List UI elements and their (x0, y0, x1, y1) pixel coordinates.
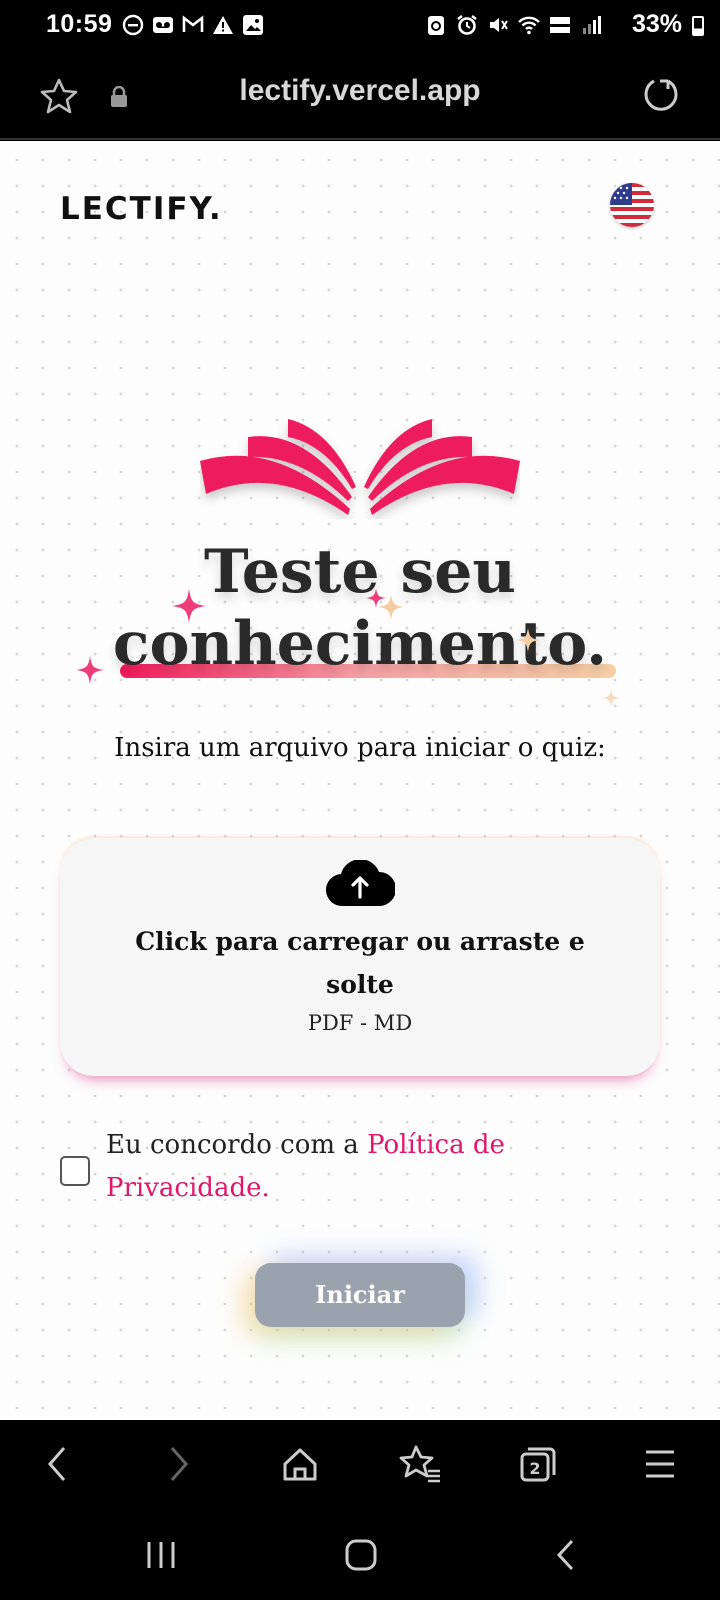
notification-icons (122, 14, 264, 36)
menu-icon[interactable] (644, 1444, 676, 1484)
us-flag-icon[interactable] (610, 183, 654, 227)
sparkle-icon (378, 594, 404, 620)
svg-text:2: 2 (529, 1459, 540, 1478)
home-button-icon[interactable] (344, 1538, 378, 1572)
gmail-icon (182, 15, 204, 32)
sparkle-icon (172, 589, 206, 623)
app-lock-icon (428, 16, 444, 35)
sparkle-icon (516, 628, 540, 652)
tabs-icon[interactable]: 2 (518, 1444, 558, 1484)
accepted-formats: PDF - MD (307, 1011, 413, 1035)
volte-icon (550, 17, 570, 33)
alert-icon (213, 16, 233, 34)
sparkle-icon (602, 689, 620, 707)
browser-bottom-bar: 2 (0, 1420, 720, 1510)
logo[interactable]: LECTIFY. (60, 191, 223, 227)
page-viewport: LECTIFY. Teste seu conhecimento. Insira … (0, 141, 720, 1420)
upload-instructions: Click para carregar ou arraste e solte (135, 927, 585, 999)
back-icon[interactable] (44, 1444, 70, 1484)
home-icon[interactable] (280, 1444, 320, 1484)
battery-icon (692, 16, 704, 36)
voicemail-icon (153, 17, 173, 33)
status-bar: 10:59 33% (0, 0, 720, 52)
alarm-icon (457, 15, 477, 35)
file-dropzone[interactable]: Click para carregar ou arraste e solte P… (60, 838, 660, 1076)
mute-icon (490, 18, 508, 32)
system-nav-bar (0, 1510, 720, 1600)
privacy-checkbox[interactable] (60, 1156, 90, 1186)
start-button[interactable]: Iniciar (255, 1263, 465, 1327)
cloud-upload-icon (326, 860, 395, 907)
battery-percent: 33% (631, 10, 682, 38)
consent-text: Eu concordo com a (106, 1130, 368, 1160)
wifi-icon (518, 16, 540, 35)
gallery-icon (243, 15, 263, 35)
sparkle-icon (76, 656, 104, 684)
title-line-2: conhecimento. (112, 609, 608, 679)
forward-icon[interactable] (166, 1444, 192, 1484)
system-back-icon[interactable] (554, 1538, 578, 1572)
quiz-instruction: Insira um arquivo para iniciar o quiz: (114, 733, 606, 763)
title-line-1: Teste seu (203, 537, 517, 607)
do-not-disturb-icon (122, 14, 144, 36)
browser-url-bar: lectify.vercel.app (0, 52, 720, 140)
system-status-icons (425, 14, 602, 36)
consent-label: Eu concordo com a Política de Privacidad… (106, 1124, 626, 1210)
status-time: 10:59 (46, 10, 113, 38)
bookmarks-icon[interactable] (398, 1444, 442, 1484)
url-text[interactable]: lectify.vercel.app (0, 74, 720, 108)
recent-apps-icon[interactable] (146, 1538, 176, 1572)
page-title: Teste seu conhecimento. (0, 536, 720, 680)
reload-icon[interactable] (642, 76, 680, 114)
signal-icon (583, 16, 601, 34)
open-book-icon (200, 419, 520, 515)
